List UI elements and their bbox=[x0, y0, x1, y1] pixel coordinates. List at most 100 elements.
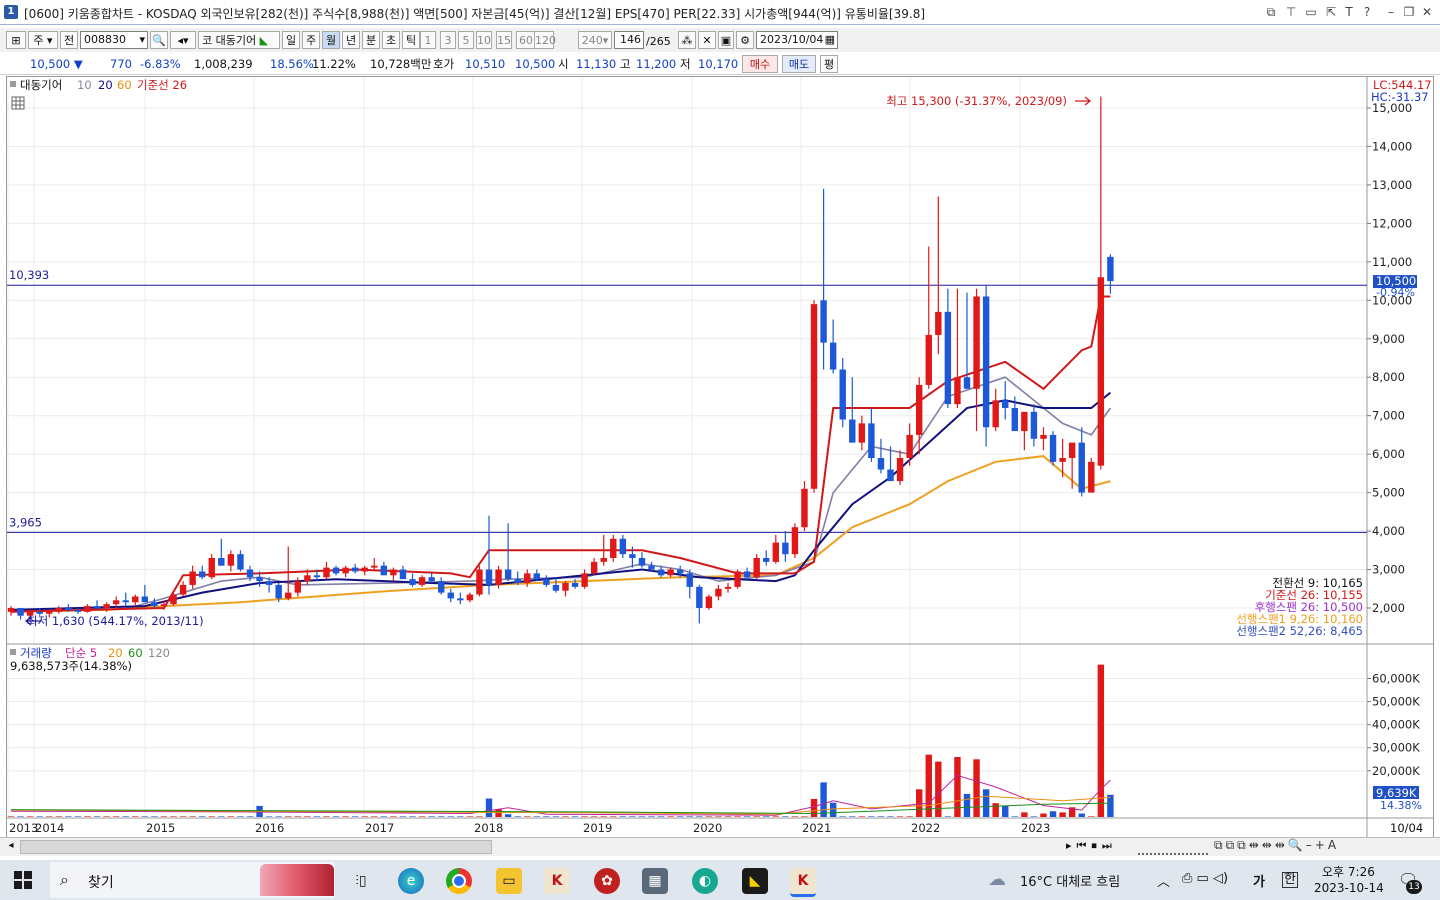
search-highlight-image bbox=[260, 864, 334, 896]
save-icon[interactable]: ▣ bbox=[718, 31, 734, 49]
scroll-left-icon[interactable]: ◂ bbox=[4, 839, 18, 853]
restore-down-icon[interactable]: ❐ bbox=[1400, 4, 1418, 20]
kiwoom-icon-1[interactable]: K bbox=[544, 868, 570, 894]
ime-lang[interactable]: 한 bbox=[1282, 872, 1298, 888]
close-icon[interactable]: ✕ bbox=[1418, 4, 1436, 20]
market-select[interactable]: 주 ▾ bbox=[28, 31, 58, 49]
candle-body bbox=[524, 573, 531, 583]
price-volume-chart[interactable]: 대동기어 10 20 60 기준선 26 10,393 3,965 15,000… bbox=[7, 77, 1433, 839]
candle-body bbox=[935, 311, 942, 335]
code-input[interactable]: 008830 ▾ bbox=[80, 31, 148, 49]
indicator-icon[interactable]: ⁂ bbox=[678, 31, 696, 49]
minimize-icon[interactable]: – bbox=[1382, 4, 1400, 20]
interval-tab-120[interactable]: 120 bbox=[534, 31, 556, 49]
date-input[interactable]: 2023/10/04 ▦ bbox=[756, 31, 838, 49]
gear-icon[interactable]: ⚙ bbox=[736, 31, 754, 49]
task-view-icon[interactable]: ⫶▯ bbox=[348, 868, 374, 894]
period-tab-2[interactable]: 월 bbox=[322, 31, 340, 49]
volume-bar bbox=[1059, 812, 1066, 817]
playback-controls[interactable]: ▸⏮⏹⏭ bbox=[1066, 839, 1117, 853]
help-icon[interactable]: ? bbox=[1358, 4, 1376, 20]
candle-body bbox=[160, 604, 168, 607]
volume-bar bbox=[801, 816, 808, 817]
period-tab-6[interactable]: 틱 bbox=[402, 31, 420, 49]
ma20-line bbox=[10, 391, 1112, 611]
candle-body bbox=[1002, 400, 1009, 408]
calculator-icon[interactable]: ▦ bbox=[642, 868, 668, 894]
period-tab-3[interactable]: 년 bbox=[342, 31, 360, 49]
volume-bar bbox=[829, 802, 837, 817]
interval-tab-1[interactable]: 1 bbox=[420, 31, 436, 49]
period-tab-0[interactable]: 일 bbox=[282, 31, 300, 49]
period-tab-5[interactable]: 초 bbox=[382, 31, 400, 49]
windows-start-icon[interactable] bbox=[14, 871, 32, 889]
weather-icon[interactable]: ☁ bbox=[988, 869, 1006, 890]
sell-button[interactable]: 매도 bbox=[782, 55, 816, 73]
eval-button[interactable]: 평 bbox=[820, 55, 838, 73]
volume-bar bbox=[657, 816, 665, 817]
zoom-tools[interactable]: ⧉⧉⧉⇹⇹⇹🔍–+A bbox=[1214, 838, 1339, 853]
price-label: 9,000 bbox=[1372, 332, 1405, 346]
scrollbar-thumb[interactable] bbox=[20, 840, 492, 854]
file-explorer-icon[interactable]: ▭ bbox=[496, 868, 522, 894]
pin-icon[interactable]: ⊤ bbox=[1282, 4, 1300, 20]
volume-bar bbox=[199, 816, 206, 817]
volume-bar bbox=[323, 816, 330, 817]
time-axis-labels: 20132014 2015 2016 2017 2018 2019 2020 2021 2022… bbox=[9, 821, 1050, 835]
restore-icon[interactable]: ⧉ bbox=[1262, 4, 1280, 20]
volume-bar bbox=[514, 816, 521, 817]
period-tab-1[interactable]: 주 bbox=[302, 31, 320, 49]
zoom-slider[interactable] bbox=[1138, 839, 1208, 855]
candle-body bbox=[810, 304, 818, 489]
candle-body bbox=[380, 565, 388, 576]
buy-button[interactable]: 매수 bbox=[742, 55, 778, 73]
volume-bar bbox=[275, 816, 282, 817]
period-tab-4[interactable]: 분 bbox=[362, 31, 380, 49]
volume-bar bbox=[763, 816, 770, 817]
maximize-small-icon[interactable]: ⇱ bbox=[1322, 4, 1340, 20]
interval-tab-60[interactable]: 60 bbox=[516, 31, 536, 49]
weather-text[interactable]: 16°C 대체로 흐림 bbox=[1020, 871, 1120, 890]
chrome-icon[interactable] bbox=[446, 868, 472, 894]
clock-date[interactable]: 2023-10-14 bbox=[1314, 881, 1384, 895]
volume-bar bbox=[610, 816, 617, 817]
candle-body bbox=[896, 458, 904, 482]
sound-icon[interactable]: ◂▾ bbox=[170, 31, 196, 49]
volume-bar bbox=[868, 816, 875, 817]
kiwoom-icon-active[interactable]: K bbox=[790, 868, 816, 897]
kiwoom-icon-2[interactable]: ✿ bbox=[594, 868, 620, 894]
count-input[interactable]: 146 bbox=[614, 31, 644, 49]
year-label: 2015 bbox=[146, 821, 175, 835]
sticky-app-icon[interactable]: ◣ bbox=[742, 868, 768, 894]
interval-tab-15[interactable]: 15 bbox=[496, 31, 512, 49]
crosshair-icon[interactable]: ✕ bbox=[698, 31, 716, 49]
app-icon-green[interactable]: ◐ bbox=[692, 868, 718, 894]
interval-tab-3[interactable]: 3 bbox=[440, 31, 456, 49]
interval-combo[interactable]: 240▾ bbox=[578, 31, 612, 49]
search-box[interactable]: ⌕ 찾기 bbox=[50, 862, 335, 898]
edge-icon[interactable]: e bbox=[398, 868, 424, 894]
candle-body bbox=[753, 558, 760, 578]
clock-time[interactable]: 오후 7:26 bbox=[1322, 863, 1375, 880]
chart-area[interactable]: 대동기어 10 20 60 기준선 26 10,393 3,965 15,000… bbox=[6, 76, 1434, 840]
candle-body bbox=[55, 608, 62, 612]
volume-bar bbox=[791, 816, 799, 817]
stock-name-field[interactable]: 코 대동기어 ◣ bbox=[198, 31, 280, 49]
ime-mode[interactable]: 가 bbox=[1253, 871, 1265, 890]
window-icon[interactable]: ▭ bbox=[1302, 4, 1320, 20]
candle-body bbox=[84, 606, 91, 612]
prefix-button[interactable]: 전 bbox=[60, 31, 78, 49]
volume-bar bbox=[724, 816, 732, 817]
interval-tab-5[interactable]: 5 bbox=[458, 31, 474, 49]
text-icon[interactable]: T bbox=[1340, 4, 1358, 20]
tray-icons[interactable]: ⎙ ▭ ◁) bbox=[1182, 871, 1228, 886]
search-icon[interactable]: 🔍 bbox=[150, 31, 168, 49]
layout-icon[interactable]: ⊞ bbox=[6, 31, 26, 49]
tray-up-icon[interactable]: ︿ bbox=[1157, 871, 1170, 890]
candle-body bbox=[1088, 461, 1095, 493]
reference-label-10393: 10,393 bbox=[9, 268, 49, 282]
candle-body bbox=[1078, 442, 1085, 493]
interval-tab-10[interactable]: 10 bbox=[476, 31, 492, 49]
volume-bar bbox=[466, 816, 474, 817]
volume-bar bbox=[1107, 794, 1114, 817]
